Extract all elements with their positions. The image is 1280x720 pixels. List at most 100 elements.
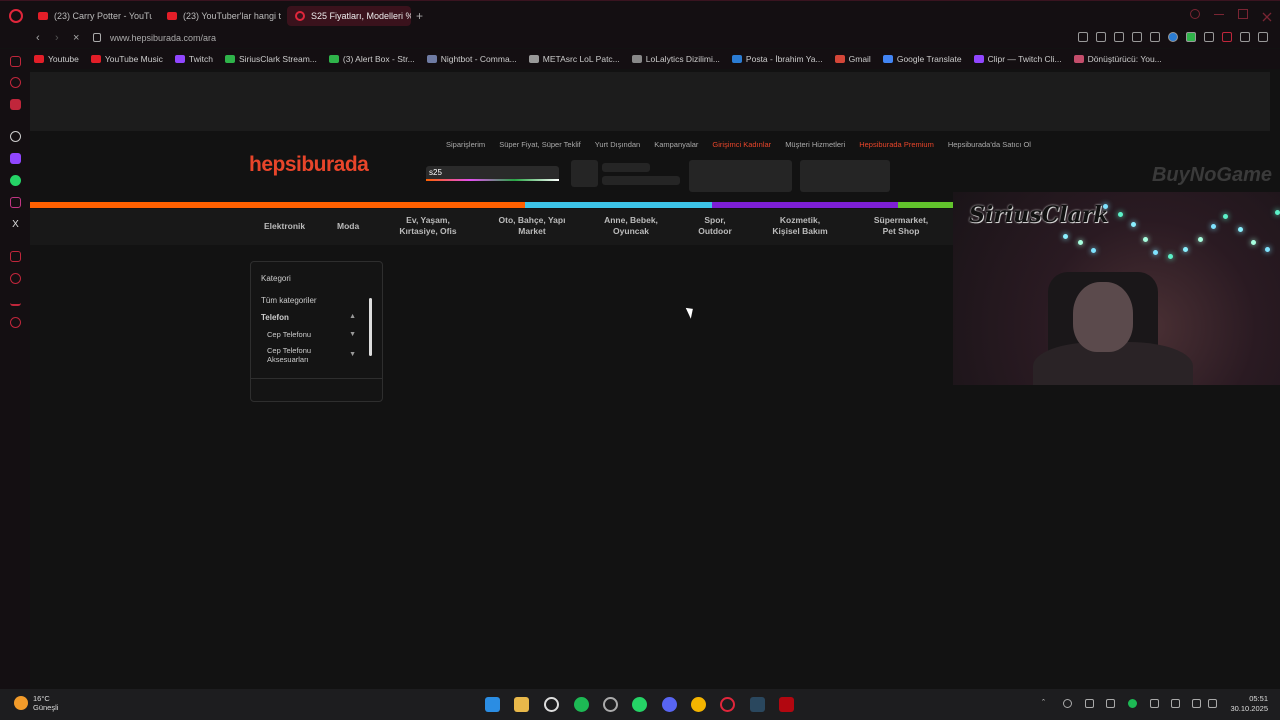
keyboard-icon[interactable] [1171,699,1180,708]
close-button[interactable] [1262,9,1272,22]
new-tab-button[interactable]: + [416,9,423,23]
spotify-tray-icon[interactable] [1128,699,1137,708]
bookmark-item[interactable]: Dönüştürücü: You... [1073,54,1162,64]
category-oto-bahce[interactable]: Oto, Bahçe, Yapı Market [495,215,569,237]
filter-cep-telefonu-aksesuarlari[interactable]: Cep Telefonu Aksesuarları [267,346,337,364]
history-icon[interactable] [10,273,21,284]
bookmark-item[interactable]: Nightbot - Comma... [426,54,517,64]
filter-telefon[interactable]: Telefon [261,313,289,322]
menu-icon[interactable] [1258,32,1268,42]
category-elektronik[interactable]: Elektronik [264,221,305,232]
profile-icon[interactable] [1222,32,1232,42]
lock-icon[interactable] [93,33,101,42]
chevron-down-icon[interactable]: ▼ [349,331,356,338]
top-link[interactable]: Müşteri Hizmetleri [785,140,845,149]
file-explorer-icon[interactable] [514,697,529,712]
instagram-icon[interactable] [10,197,21,208]
maximize-button[interactable] [1238,9,1248,19]
forward-button[interactable]: › [55,32,59,44]
download-icon[interactable] [1240,32,1250,42]
top-link[interactable]: Süper Fiyat, Süper Teklif [499,140,581,149]
stop-loading-icon[interactable]: × [73,32,79,44]
site-logo[interactable]: hepsiburada [249,153,369,177]
tray-app-icon[interactable] [1063,699,1072,708]
network-icon[interactable] [1192,699,1201,708]
chatgpt-icon[interactable] [10,131,21,142]
spotify-icon[interactable] [574,697,589,712]
bookmark-item[interactable]: Twitch [174,54,213,64]
bookmark-item[interactable]: SiriusClark Stream... [224,54,317,64]
weather-widget[interactable]: 16°C Güneşli [14,694,58,712]
netflix-icon[interactable] [779,697,794,712]
minimize-button[interactable] [1214,9,1224,15]
bookmark-item[interactable]: (3) Alert Box - Str... [328,54,415,64]
category-spor[interactable]: Spor, Outdoor [693,215,737,237]
settings-icon[interactable] [10,317,21,328]
top-link[interactable]: Kampanyalar [654,140,698,149]
extension-blue-icon[interactable] [1168,32,1178,42]
play-icon[interactable] [1132,32,1142,42]
extensions-icon[interactable] [1204,32,1214,42]
downloads-icon[interactable] [10,295,21,306]
x-icon[interactable]: X [10,219,21,230]
opera-menu-icon[interactable] [9,9,23,23]
search-input[interactable]: s25 [426,166,559,181]
bookmark-item[interactable]: Posta - İbrahim Ya... [731,54,823,64]
top-link[interactable]: Hepsiburada'da Satıcı Ol [948,140,1031,149]
app-icon[interactable] [603,697,618,712]
filter-scrollbar[interactable] [369,298,372,356]
top-link[interactable]: Yurt Dışından [595,140,640,149]
bookmark-item[interactable]: YouTube Music [90,54,163,64]
tab-youtube-2[interactable]: (23) YouTuber'lar hangi t [159,6,281,26]
url-field[interactable]: www.hepsiburada.com/ara [110,33,216,43]
category-anne-bebek[interactable]: Anne, Bebek, Oyuncak [600,215,662,237]
chevron-down-icon[interactable]: ▼ [349,351,356,358]
aria-icon[interactable] [10,77,21,88]
heart-icon[interactable] [1150,32,1160,42]
top-link[interactable]: Siparişlerim [446,140,485,149]
steam-settings-icon[interactable] [544,697,559,712]
category-ev-yasam[interactable]: Ev, Yaşam, Kırtasiye, Ofis [396,215,460,237]
bookmark-label: LoLalytics Dizilimi... [645,54,720,64]
bookmark-item[interactable]: Youtube [34,54,79,64]
whatsapp-icon[interactable] [632,697,647,712]
category-kozmetik[interactable]: Kozmetik, Kişisel Bakım [767,215,833,237]
back-button[interactable]: ‹ [36,32,40,44]
tray-expand-icon[interactable]: ˆ [1042,699,1051,708]
headset-icon[interactable] [1085,699,1094,708]
steam-tray-icon[interactable] [1106,699,1115,708]
bookmark-item[interactable]: Google Translate [882,54,962,64]
filter-cep-telefonu[interactable]: Cep Telefonu [267,330,311,339]
search-tabs-icon[interactable] [1190,9,1200,19]
bookmark-item[interactable]: Gmail [834,54,871,64]
twitch-icon[interactable] [10,153,21,164]
microphone-icon[interactable] [1150,699,1159,708]
bookmark-item[interactable]: METAsrc LoL Patc... [528,54,620,64]
chrome-icon[interactable] [691,697,706,712]
bookmark-icon[interactable] [1078,32,1088,42]
steam-icon[interactable] [750,697,765,712]
bookmark-item[interactable]: LoLalytics Dizilimi... [631,54,720,64]
filter-all-categories[interactable]: Tüm kategoriler [261,296,317,305]
adblock-icon[interactable] [1114,32,1124,42]
snapshot-icon[interactable] [1096,32,1106,42]
volume-icon[interactable] [1208,699,1217,708]
top-link[interactable]: Hepsiburada Premium [859,140,934,149]
bookmark-item[interactable]: Clipr — Twitch Cli... [973,54,1062,64]
category-moda[interactable]: Moda [337,221,359,232]
whatsapp-icon[interactable] [10,175,21,186]
opera-gx-icon[interactable] [720,697,735,712]
system-clock[interactable]: 05:51 30.10.2025 [1230,694,1268,714]
top-link[interactable]: Girişimci Kadınlar [712,140,771,149]
category-supermarket[interactable]: Süpermarket, Pet Shop [870,215,932,237]
chevron-up-icon[interactable]: ▲ [349,313,356,320]
discord-icon[interactable] [662,697,677,712]
gx-icon[interactable] [10,99,21,110]
windows-start-icon[interactable] [485,697,500,712]
tab-youtube-1[interactable]: (23) Carry Potter - YouTub [30,6,152,26]
extension-green-icon[interactable] [1186,32,1196,42]
youtube-icon [167,12,177,20]
tab-hepsiburada[interactable]: S25 Fiyatları, Modelleri % [287,6,411,26]
player-icon[interactable] [10,251,21,262]
messenger-icon[interactable] [10,56,21,67]
